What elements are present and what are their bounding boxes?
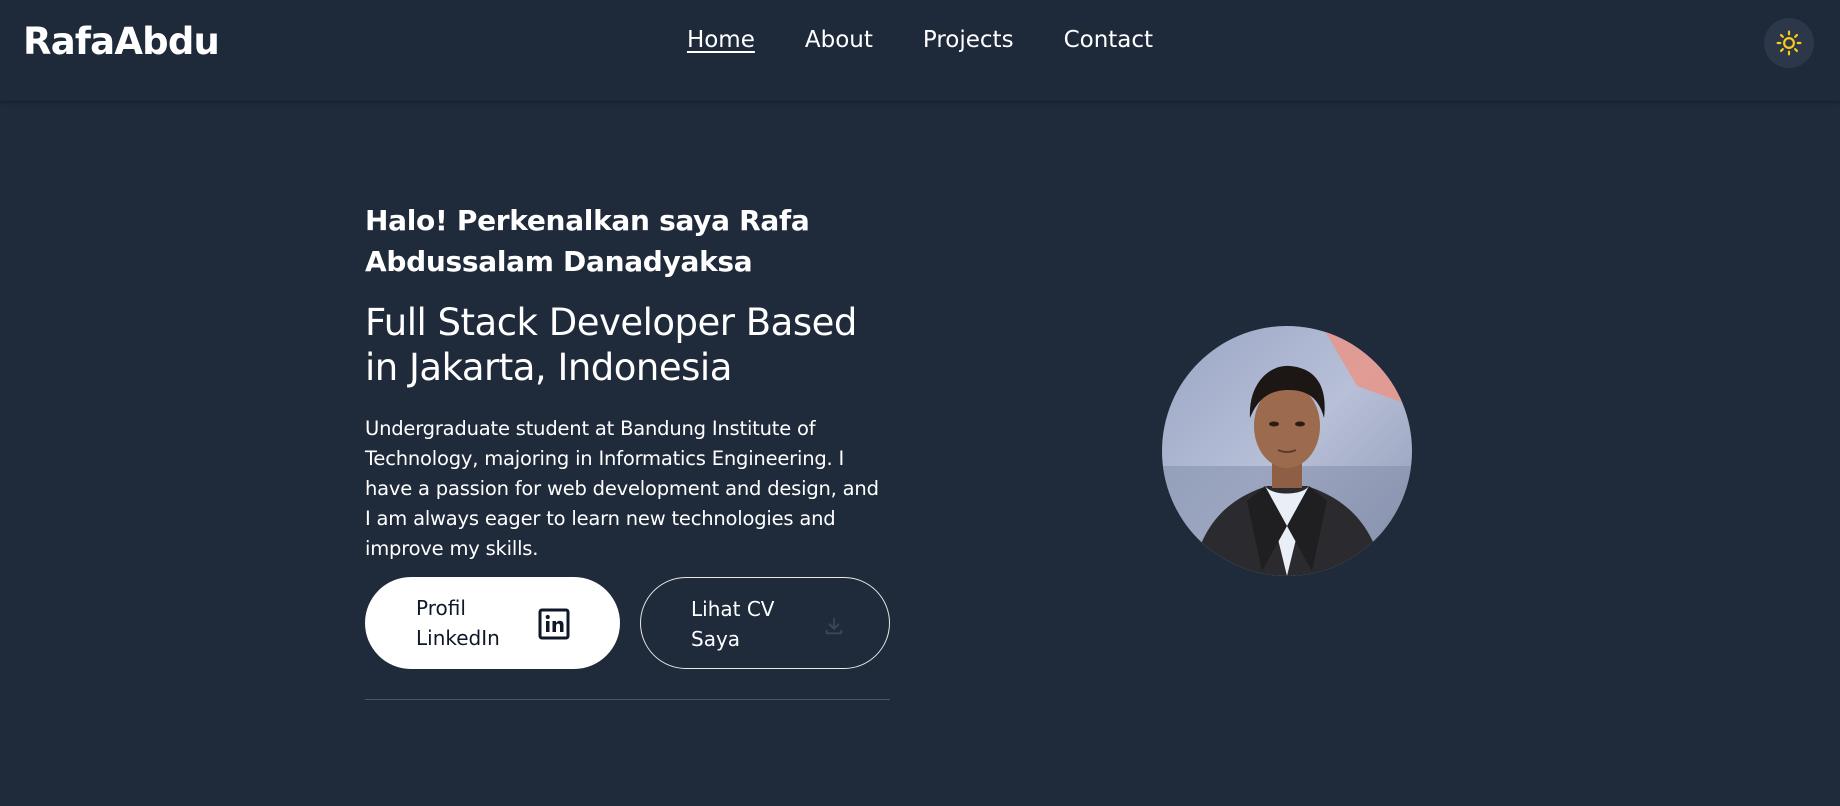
nav-link-contact[interactable]: Contact	[1064, 27, 1153, 53]
view-cv-button[interactable]: Lihat CV Saya	[640, 577, 890, 669]
nav-menu: Home About Projects Contact	[0, 27, 1840, 53]
hero-greeting: Halo! Perkenalkan saya Rafa Abdussalam D…	[365, 204, 810, 278]
linkedin-button-label: Profil LinkedIn	[416, 596, 500, 650]
hero-bio: Undergraduate student at Bandung Institu…	[365, 417, 879, 560]
hero-divider	[365, 699, 890, 700]
navbar: RafaAbdu Home About Projects Contact	[0, 0, 1840, 101]
sun-icon	[1776, 30, 1802, 56]
nav-link-home[interactable]: Home	[687, 27, 755, 53]
hero-buttons: Profil LinkedIn Lihat CV Saya	[365, 577, 890, 669]
nav-link-about[interactable]: About	[805, 27, 873, 53]
download-icon	[823, 615, 845, 641]
cv-button-label: Lihat CV Saya	[691, 597, 775, 651]
linkedin-icon	[538, 608, 570, 644]
theme-toggle-button[interactable]	[1764, 18, 1814, 68]
hero-section: Halo! Perkenalkan saya Rafa Abdussalam D…	[365, 200, 890, 564]
linkedin-profile-button[interactable]: Profil LinkedIn	[365, 577, 620, 669]
hero-role: Full Stack Developer Based in Jakarta, I…	[365, 301, 857, 389]
profile-photo	[1162, 326, 1412, 576]
nav-link-projects[interactable]: Projects	[923, 27, 1014, 53]
